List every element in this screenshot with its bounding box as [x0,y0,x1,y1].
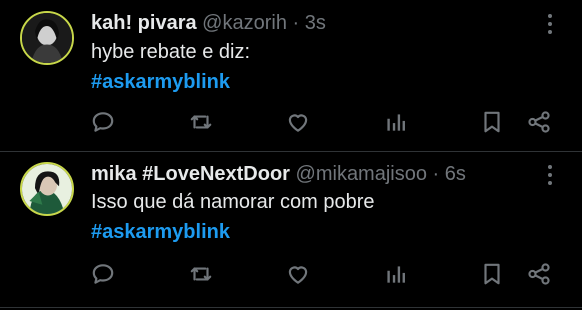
hashtag-link[interactable]: #askarmyblink [91,218,230,246]
reply-icon[interactable] [90,109,116,135]
tweet-header: mika #LoveNextDoor @mikamajisoo · 6s [91,161,466,187]
views-icon[interactable] [382,261,408,287]
avatar[interactable] [20,11,74,65]
tweet-text: Isso que dá namorar com pobre [91,191,375,213]
retweet-icon[interactable] [188,261,214,287]
separator-dot: · [286,12,305,34]
share-icon[interactable] [526,261,552,287]
more-options-icon[interactable] [540,12,560,36]
like-icon[interactable] [285,261,311,287]
bookmark-icon[interactable] [479,109,505,135]
avatar[interactable] [20,162,74,216]
tweet-header: kah! pivara @kazorih · 3s [91,10,326,36]
user-handle[interactable]: @kazorih [202,12,287,34]
timestamp[interactable]: 3s [305,12,326,34]
timestamp[interactable]: 6s [445,163,466,185]
display-name[interactable]: kah! pivara [91,12,197,34]
bookmark-icon[interactable] [479,261,505,287]
tweet[interactable]: kah! pivara @kazorih · 3s hybe rebate e … [0,0,582,151]
tweet[interactable]: mika #LoveNextDoor @mikamajisoo · 6s Iss… [0,151,582,310]
hashtag-link[interactable]: #askarmyblink [91,68,230,96]
divider [0,307,582,308]
reply-icon[interactable] [90,261,116,287]
like-icon[interactable] [285,109,311,135]
more-options-icon[interactable] [540,163,560,187]
share-icon[interactable] [526,109,552,135]
separator-dot: · [426,163,445,185]
display-name[interactable]: mika #LoveNextDoor [91,163,290,185]
views-icon[interactable] [382,109,408,135]
user-handle[interactable]: @mikamajisoo [296,163,427,185]
tweet-text: hybe rebate e diz: [91,41,250,63]
retweet-icon[interactable] [188,109,214,135]
